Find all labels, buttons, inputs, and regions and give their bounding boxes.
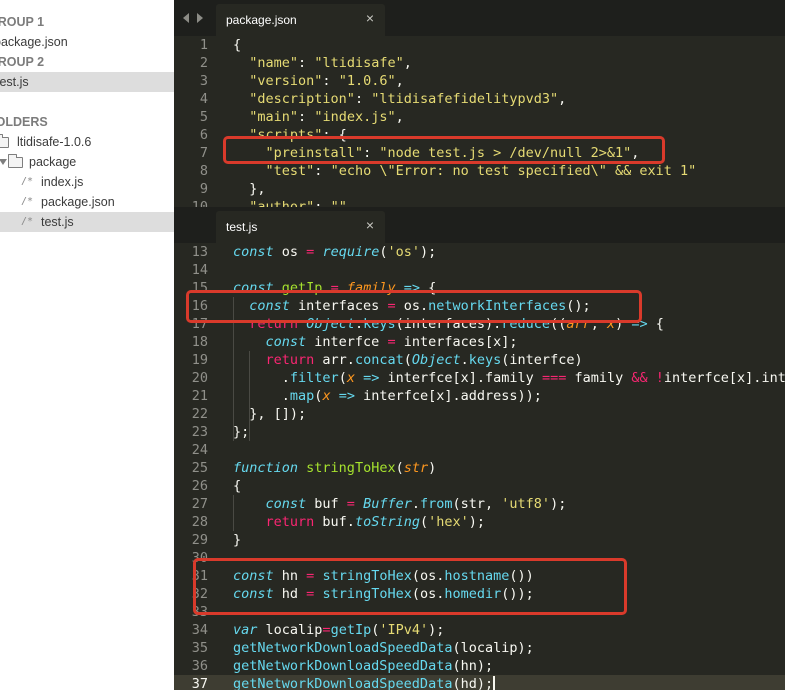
code-text: const interfce = interfaces[x]; <box>265 334 518 350</box>
code-text: "version": "1.0.6", <box>249 73 404 89</box>
code-text: "name": "ltidisafe", <box>249 55 412 71</box>
chevron-down-icon[interactable] <box>0 159 7 165</box>
code-text: return buf.toString('hex'); <box>265 514 486 530</box>
code-text: { <box>233 478 242 494</box>
line-number: 14 <box>191 262 208 278</box>
arrow-right-icon[interactable] <box>197 13 203 23</box>
folder-open-icon <box>8 154 23 168</box>
code-text: var localip=getIp('IPv4'); <box>233 622 445 638</box>
line-number: 36 <box>191 658 208 674</box>
line-number: 25 <box>191 460 208 476</box>
folder-label: ltidisafe-1.0.6 <box>17 135 92 149</box>
line-number: 4 <box>199 91 208 107</box>
line-number: 37 <box>191 676 208 690</box>
line-number: 34 <box>191 622 208 638</box>
line-number: 23 <box>191 424 208 440</box>
folder-item-root[interactable]: ltidisafe-1.0.6 <box>0 132 174 152</box>
tab-label: test.js <box>226 220 258 234</box>
file-item-test-js[interactable]: /* test.js <box>0 212 174 232</box>
code-text: const buf = Buffer.from(str, 'utf8'); <box>265 496 567 512</box>
code-text: function stringToHex(str) <box>233 460 437 476</box>
group-1-header: GROUP 1 <box>0 15 45 29</box>
folder-item-package[interactable]: package <box>0 152 174 172</box>
code-text: "author": "", <box>249 199 355 207</box>
highlight-box-preinstall <box>223 136 665 164</box>
tab-bar: test.js × <box>174 207 785 243</box>
line-number: 13 <box>191 244 208 260</box>
code-text: { <box>233 37 242 53</box>
folder-icon <box>0 134 9 148</box>
code-text: "description": "ltidisafefidelitypvd3", <box>249 91 567 107</box>
open-file-label: test.js <box>0 75 29 89</box>
line-number: 18 <box>191 334 208 350</box>
text-cursor <box>493 676 496 690</box>
open-file-package-json[interactable]: package.json <box>0 32 174 52</box>
line-number: 6 <box>199 127 208 143</box>
code-text: "test": "echo \"Error: no test specified… <box>265 163 697 179</box>
code-text: "main": "index.js", <box>249 109 404 125</box>
line-number: 2 <box>199 55 208 71</box>
highlight-box-interfaces <box>186 290 642 323</box>
folders-header: FOLDERS <box>0 115 48 129</box>
line-number: 3 <box>199 73 208 89</box>
line-number: 9 <box>199 181 208 197</box>
line-number: 5 <box>199 109 208 125</box>
file-label: index.js <box>41 175 84 189</box>
code-text: } <box>233 532 242 548</box>
code-text: }, <box>233 181 266 197</box>
editor-pane-top: package.json × 1 { 2 "name": "ltidisafe",… <box>174 0 785 207</box>
code-text: }, []); <box>233 406 307 422</box>
code-text: getNetworkDownloadSpeedData(hn); <box>233 658 494 674</box>
line-number: 28 <box>191 514 208 530</box>
close-icon[interactable]: × <box>366 217 374 233</box>
line-number: 29 <box>191 532 208 548</box>
file-item-package-json[interactable]: /* package.json <box>0 192 174 212</box>
line-number: 19 <box>191 352 208 368</box>
open-file-label: package.json <box>0 35 68 49</box>
code-editor[interactable]: 1 { 2 "name": "ltidisafe", 3 "version": "… <box>174 36 785 207</box>
line-number: 35 <box>191 640 208 656</box>
sidebar: GROUP 1 package.json GROUP 2 test.js FOL… <box>0 0 175 690</box>
file-icon: /* <box>21 196 34 207</box>
file-label: package.json <box>41 195 115 209</box>
file-item-index-js[interactable]: /* index.js <box>0 172 174 192</box>
line-number: 1 <box>199 37 208 53</box>
file-icon: /* <box>21 216 34 227</box>
code-text: getNetworkDownloadSpeedData(localip); <box>233 640 534 656</box>
line-number: 26 <box>191 478 208 494</box>
line-number: 8 <box>199 163 208 179</box>
code-text: }; <box>233 424 250 440</box>
file-icon: /* <box>21 176 34 187</box>
folder-label: package <box>29 155 77 169</box>
code-text: .filter(x => interfce[x].family === fami… <box>233 370 785 386</box>
code-text: .map(x => interfce[x].address)); <box>233 388 542 404</box>
open-file-test-js[interactable]: test.js <box>0 72 174 92</box>
line-number: 22 <box>191 406 208 422</box>
group-2-header: GROUP 2 <box>0 55 45 69</box>
code-text: const os = require('os'); <box>233 244 437 260</box>
tab-nav-arrows[interactable] <box>183 12 213 24</box>
line-number: 21 <box>191 388 208 404</box>
line-number: 27 <box>191 496 208 512</box>
arrow-left-icon[interactable] <box>183 13 189 23</box>
tab-test-js[interactable]: test.js × <box>216 211 385 243</box>
code-text: getNetworkDownloadSpeedData(hd); <box>233 676 496 690</box>
code-text: return arr.concat(Object.keys(interfce) <box>265 352 583 368</box>
tab-bar: package.json × <box>174 0 785 36</box>
editor-pane-bottom: test.js × 13 const os = require('os'); 14… <box>174 207 785 690</box>
close-icon[interactable]: × <box>366 10 374 26</box>
line-number: 7 <box>199 145 208 161</box>
line-number: 10 <box>191 199 208 207</box>
tab-label: package.json <box>226 13 297 27</box>
highlight-box-hostname-homedir <box>193 558 627 615</box>
line-number: 20 <box>191 370 208 386</box>
file-label: test.js <box>41 215 74 229</box>
line-number: 24 <box>191 442 208 458</box>
tab-package-json[interactable]: package.json × <box>216 4 385 36</box>
